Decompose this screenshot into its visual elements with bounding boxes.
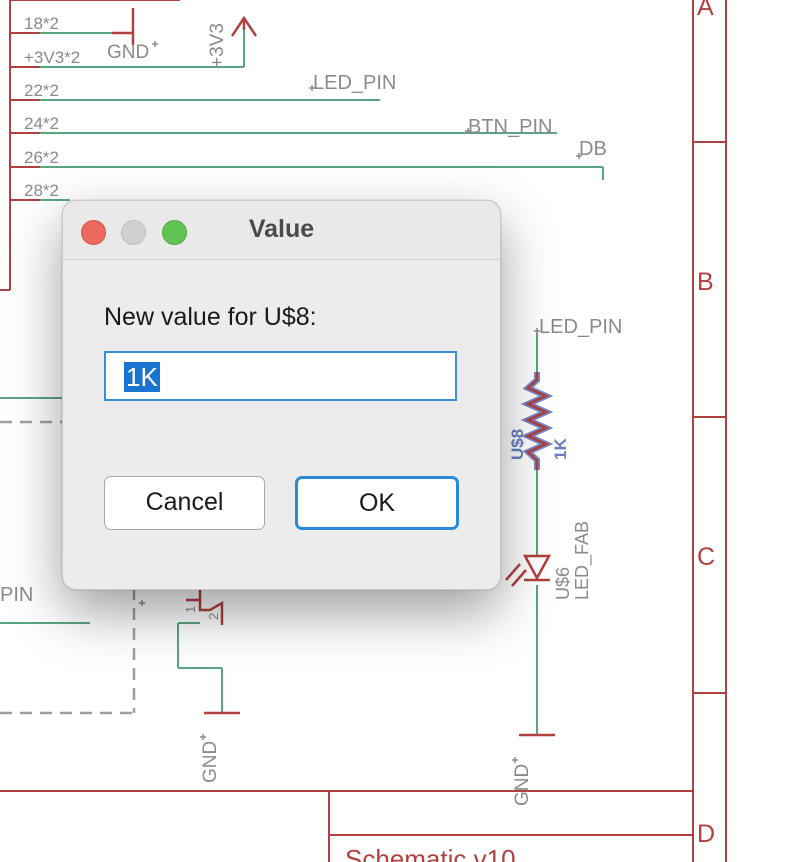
dialog-titlebar[interactable]: Value bbox=[63, 201, 500, 260]
pin-number-1: 1 bbox=[183, 606, 198, 613]
resistor-u8[interactable] bbox=[520, 372, 554, 470]
cancel-button[interactable]: Cancel bbox=[104, 476, 265, 530]
db-label: DB bbox=[579, 138, 607, 160]
schematic-title: Schematic v10 bbox=[345, 844, 516, 862]
net-label-22: 22*2 bbox=[24, 81, 59, 100]
pin-label-left: PIN bbox=[0, 584, 33, 606]
gnd-label-right: GND bbox=[512, 764, 533, 806]
frame-row-c-label: C bbox=[697, 543, 715, 571]
value-input-selected-text: 1K bbox=[124, 362, 160, 392]
net-label-26: 26*2 bbox=[24, 148, 59, 167]
led-value-label: LED_FAB bbox=[572, 521, 593, 600]
resistor-value-label: 1K bbox=[551, 438, 570, 460]
frame-row-d-label: D bbox=[697, 820, 715, 848]
frame-row-b-label: B bbox=[697, 268, 714, 296]
pin-number-2: 2 bbox=[206, 613, 221, 620]
ok-button[interactable]: OK bbox=[295, 476, 459, 530]
supply-3v3-label: +3V3 bbox=[207, 23, 228, 68]
dialog-title: Value bbox=[248, 215, 315, 243]
resistor-name-label: U$8 bbox=[508, 429, 527, 460]
net-label-28: 28*2 bbox=[24, 181, 59, 200]
btn-pin-label: BTN_PIN bbox=[468, 116, 552, 138]
led-u6[interactable] bbox=[505, 554, 552, 587]
led-pin-label-right: LED_PIN bbox=[539, 316, 622, 338]
net-label-24: 24*2 bbox=[24, 114, 59, 133]
net-label-3v3: +3V3*2 bbox=[24, 48, 80, 67]
led-pin-label-top: LED_PIN bbox=[313, 72, 396, 94]
led-name-label: U$6 bbox=[553, 567, 573, 600]
net-label-18: 18*2 bbox=[24, 14, 59, 33]
gnd-label-mid: GND bbox=[200, 741, 221, 783]
frame-row-a-label: A bbox=[697, 0, 714, 21]
value-dialog: Value New value for U$8: 1K Cancel OK bbox=[62, 200, 501, 590]
value-prompt-label: New value for U$8: bbox=[104, 303, 317, 331]
value-input[interactable]: 1K bbox=[104, 351, 457, 401]
gnd-label-top: GND bbox=[107, 42, 149, 63]
